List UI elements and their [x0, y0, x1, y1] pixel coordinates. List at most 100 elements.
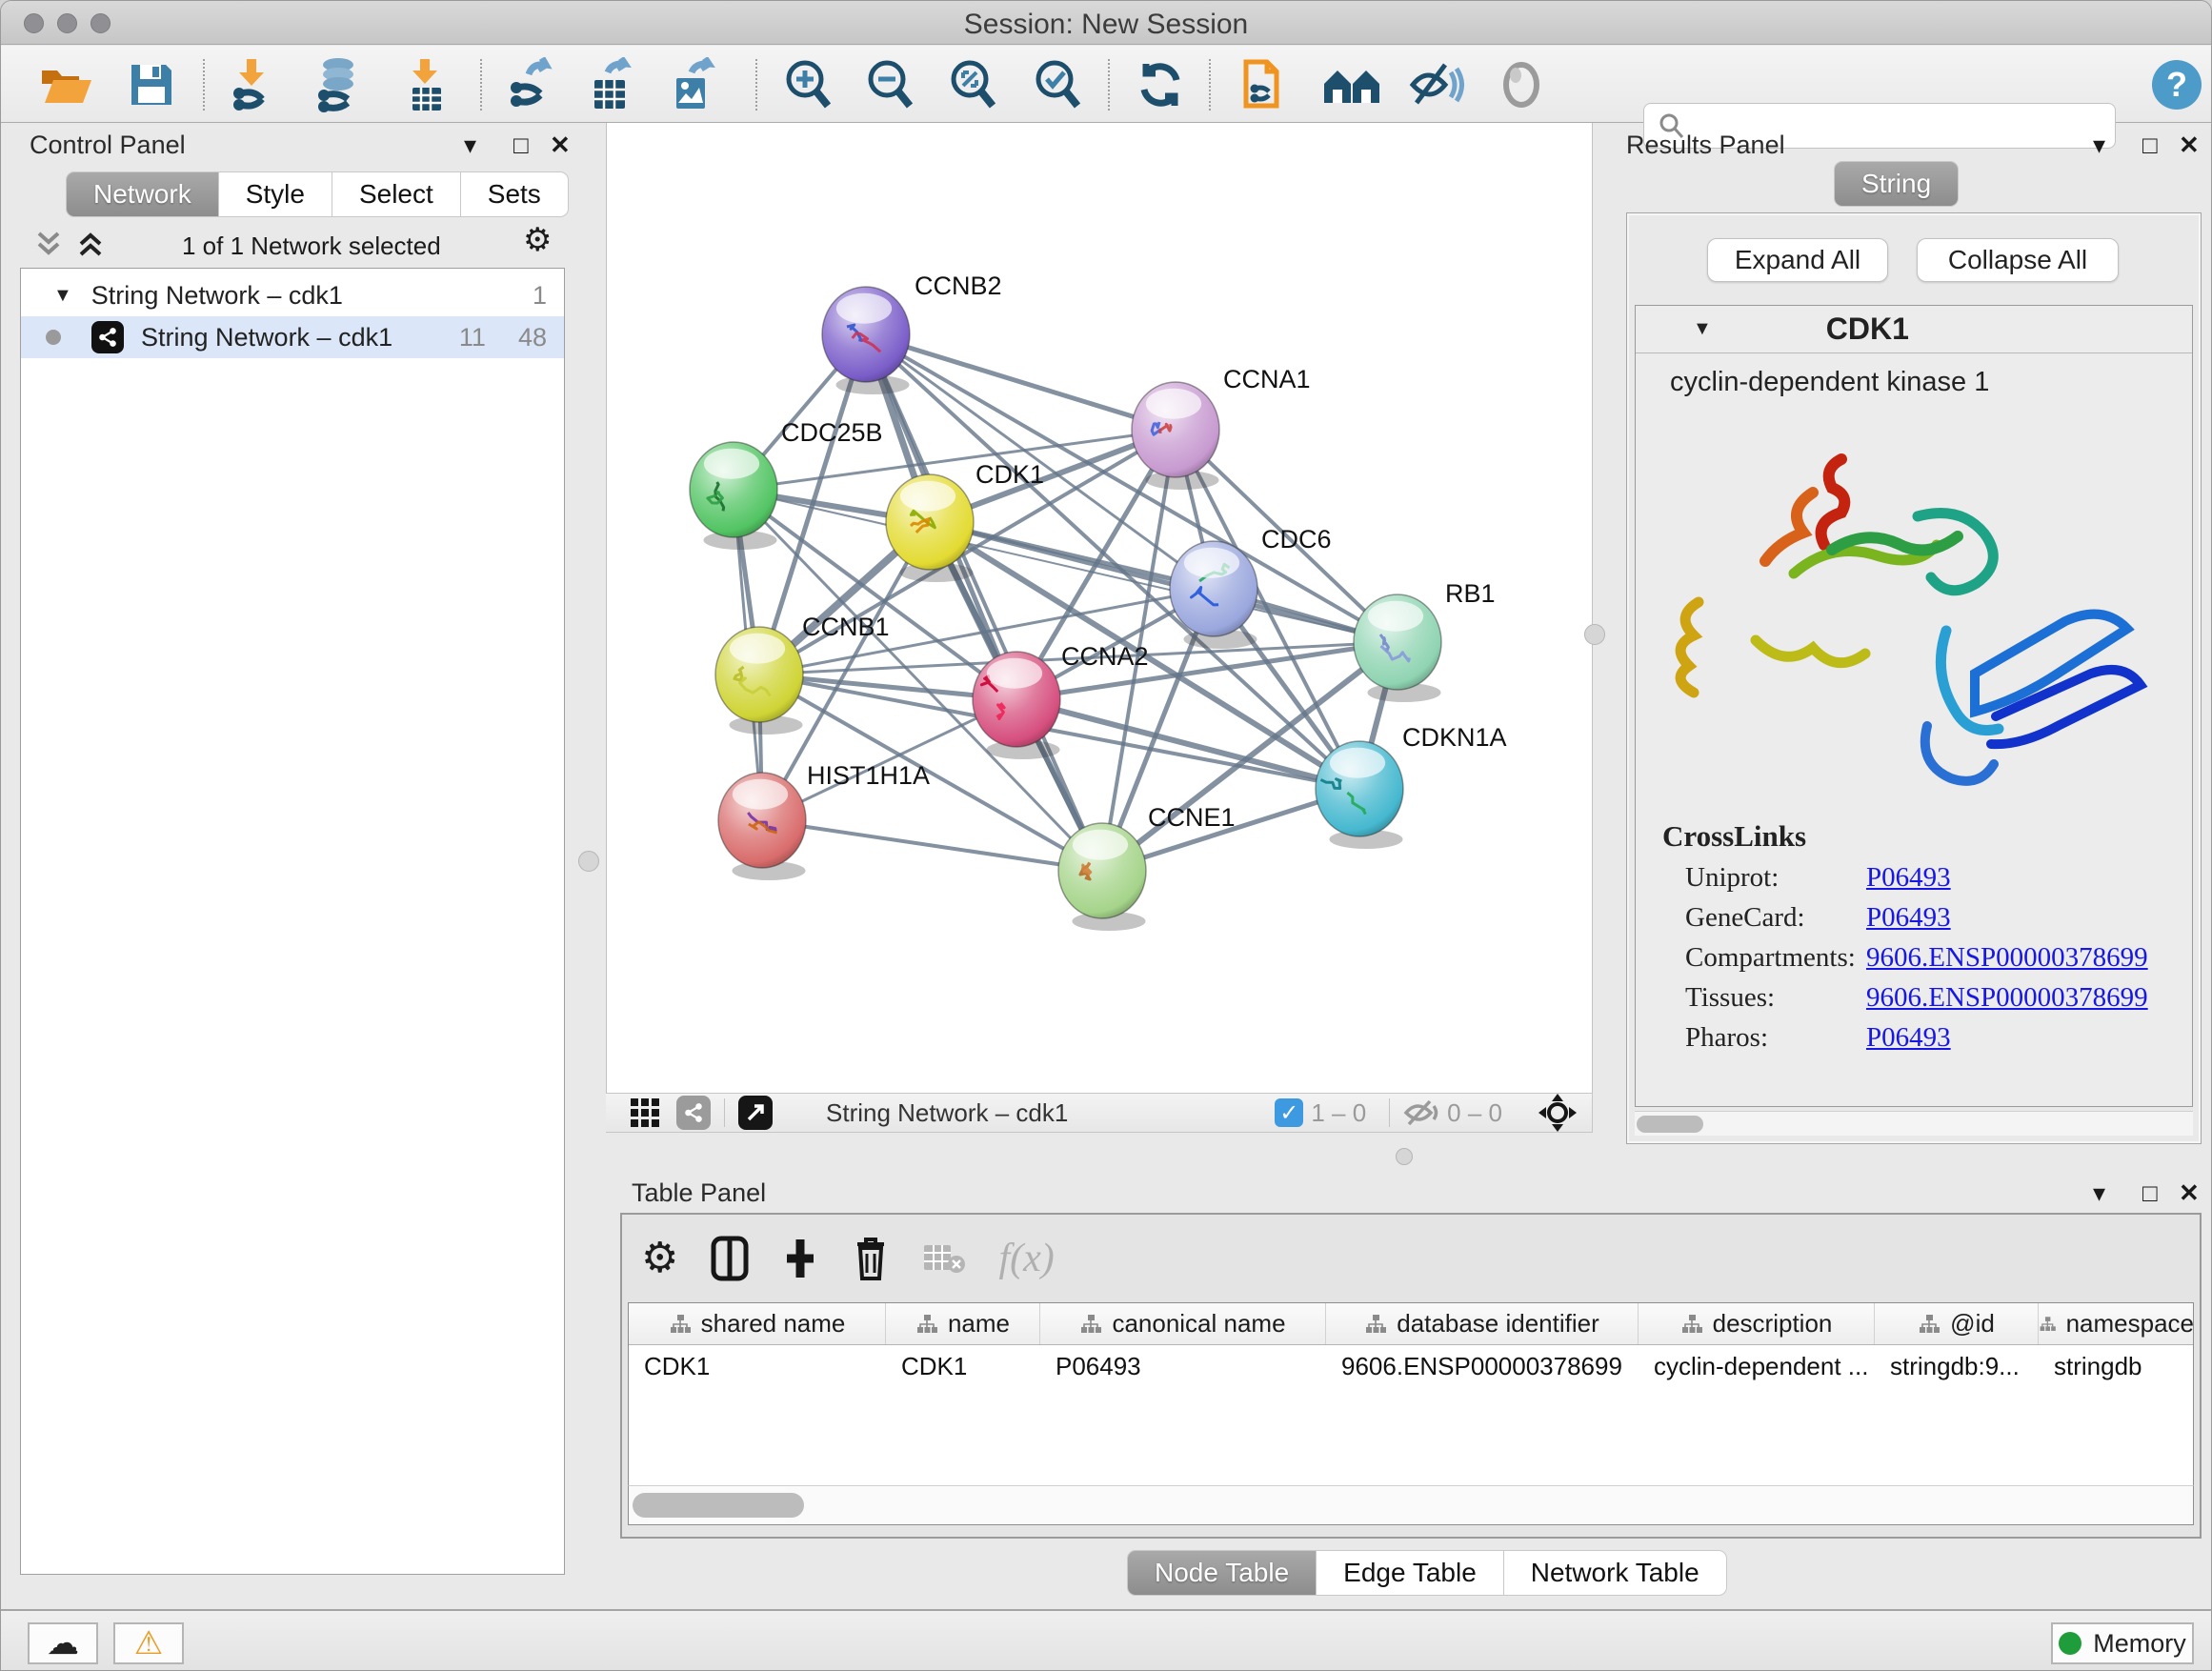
- results-panel-collapse-icon[interactable]: ▾: [2093, 131, 2105, 160]
- grid-view-icon[interactable]: [629, 1097, 661, 1129]
- edge-HIST1H1A-CCNE1[interactable]: [762, 820, 1102, 871]
- table-panel-collapse-icon[interactable]: ▾: [2093, 1178, 2105, 1208]
- export-image-button[interactable]: [662, 57, 723, 112]
- results-scroll-thumb[interactable]: [1637, 1116, 1703, 1133]
- network-options-gear-icon[interactable]: ⚙: [523, 224, 552, 256]
- column-header-name[interactable]: name: [886, 1303, 1040, 1344]
- tab-string[interactable]: String: [1834, 161, 1959, 207]
- hidden-eye-slash-icon[interactable]: [1403, 1098, 1439, 1127]
- collapse-all-button[interactable]: Collapse All: [1917, 238, 2119, 282]
- warning-button[interactable]: ⚠: [113, 1622, 184, 1664]
- crosslink-link[interactable]: 9606.ENSP00000378699: [1866, 942, 2148, 974]
- table-hscroll-thumb[interactable]: [633, 1493, 804, 1518]
- table-panel-float-icon[interactable]: □: [2142, 1178, 2158, 1208]
- function-builder-icon[interactable]: f(x): [998, 1236, 1054, 1281]
- control-panel-title: Control Panel: [30, 131, 186, 160]
- import-network-database-button[interactable]: [308, 57, 369, 112]
- table-cell[interactable]: stringdb: [2039, 1345, 2194, 1387]
- string-import-button[interactable]: [1234, 57, 1295, 112]
- tree-expanded-icon[interactable]: ▼: [53, 285, 72, 307]
- tab-select[interactable]: Select: [332, 171, 461, 217]
- table-cell[interactable]: CDK1: [886, 1345, 1040, 1387]
- birds-eye-toggle-icon[interactable]: [1538, 1094, 1577, 1132]
- node-CCNE1[interactable]: CCNE1: [1058, 803, 1236, 931]
- results-panel-close-icon[interactable]: ✕: [2179, 131, 2200, 160]
- node-CCNB1[interactable]: CCNB1: [715, 613, 890, 735]
- network-collection-row[interactable]: ▼ String Network – cdk1 1: [21, 274, 564, 316]
- cloud-button[interactable]: ☁: [28, 1622, 98, 1664]
- hide-panel-button[interactable]: [1405, 57, 1466, 112]
- import-table-button[interactable]: [395, 57, 456, 112]
- table-cell[interactable]: P06493: [1040, 1345, 1326, 1387]
- tab-edge-table[interactable]: Edge Table: [1317, 1550, 1504, 1596]
- left-splitter-handle[interactable]: [578, 851, 599, 872]
- column-header-database-identifier[interactable]: database identifier: [1326, 1303, 1639, 1344]
- crosslink-label: GeneCard:: [1685, 902, 1866, 934]
- network-canvas[interactable]: CCNB2CCNA1CDC25BCDK1CDC6RB1CCNB1CCNA2CDK…: [606, 123, 1593, 1093]
- control-panel-close-icon[interactable]: ✕: [550, 131, 571, 160]
- column-header--id[interactable]: @id: [1875, 1303, 2039, 1344]
- table-hscrollbar[interactable]: [628, 1485, 2194, 1525]
- memory-button[interactable]: Memory: [2051, 1622, 2194, 1664]
- tab-node-table[interactable]: Node Table: [1127, 1550, 1317, 1596]
- column-header-shared-name[interactable]: shared name: [629, 1303, 886, 1344]
- bottom-splitter-handle[interactable]: [1396, 1148, 1413, 1165]
- entry-header[interactable]: ▼ CDK1: [1636, 306, 2192, 353]
- crosslink-link[interactable]: P06493: [1866, 902, 1951, 934]
- table-cell[interactable]: cyclin-dependent ...: [1639, 1345, 1875, 1387]
- expand-all-button[interactable]: Expand All: [1707, 238, 1888, 282]
- delete-table-icon[interactable]: [922, 1241, 966, 1276]
- table-cell[interactable]: 9606.ENSP00000378699: [1326, 1345, 1639, 1387]
- node-CDKN1A[interactable]: CDKN1A: [1316, 723, 1507, 849]
- network-row-selected[interactable]: String Network – cdk1 11 48: [21, 316, 564, 358]
- entry-description: cyclin-dependent kinase 1: [1670, 367, 2192, 398]
- show-columns-icon[interactable]: [711, 1236, 749, 1281]
- help-button[interactable]: ?: [2146, 57, 2207, 112]
- detach-view-icon[interactable]: [738, 1096, 773, 1130]
- expand-all-icon[interactable]: [75, 228, 106, 260]
- node-CDC6[interactable]: CDC6: [1170, 525, 1332, 649]
- add-column-icon[interactable]: [781, 1236, 819, 1281]
- apply-layout-button[interactable]: [1130, 57, 1191, 112]
- right-splitter-handle[interactable]: [1584, 624, 1605, 645]
- node-RB1[interactable]: RB1: [1354, 579, 1496, 702]
- table-panel-close-icon[interactable]: ✕: [2179, 1178, 2200, 1208]
- home-button[interactable]: [1321, 57, 1382, 112]
- table-cell[interactable]: stringdb:9...: [1875, 1345, 2039, 1387]
- tab-sets[interactable]: Sets: [461, 171, 569, 217]
- column-header-namespace[interactable]: namespace: [2039, 1303, 2194, 1344]
- zoom-fit-button[interactable]: [943, 57, 1004, 112]
- crosslink-link[interactable]: P06493: [1866, 1022, 1951, 1054]
- collapse-all-icon[interactable]: [33, 228, 64, 260]
- zoom-selected-button[interactable]: [1028, 57, 1089, 112]
- export-network-button[interactable]: [500, 57, 561, 112]
- results-panel-float-icon[interactable]: □: [2142, 131, 2158, 160]
- open-session-button[interactable]: [35, 57, 96, 112]
- column-header-canonical-name[interactable]: canonical name: [1040, 1303, 1326, 1344]
- node-HIST1H1A[interactable]: HIST1H1A: [718, 761, 930, 880]
- crosslink-link[interactable]: 9606.ENSP00000378699: [1866, 982, 2148, 1014]
- tab-network-table[interactable]: Network Table: [1504, 1550, 1727, 1596]
- column-header-description[interactable]: description: [1639, 1303, 1875, 1344]
- control-panel-float-icon[interactable]: □: [513, 131, 529, 160]
- import-network-file-button[interactable]: [221, 57, 282, 112]
- save-session-button[interactable]: [121, 57, 182, 112]
- table-options-gear-icon[interactable]: ⚙: [641, 1238, 678, 1279]
- tab-style[interactable]: Style: [219, 171, 332, 217]
- zoom-in-button[interactable]: [778, 57, 839, 112]
- table-row[interactable]: CDK1CDK1P064939606.ENSP00000378699cyclin…: [629, 1345, 2193, 1387]
- tab-network[interactable]: Network: [66, 171, 219, 217]
- show-panel-button[interactable]: [1491, 57, 1552, 112]
- export-table-button[interactable]: [580, 57, 641, 112]
- control-panel-collapse-icon[interactable]: ▾: [464, 131, 476, 160]
- edge-CCNB2-CCNA1[interactable]: [866, 334, 1176, 430]
- crosslink-link[interactable]: P06493: [1866, 862, 1951, 894]
- selected-checkbox[interactable]: ✓: [1275, 1098, 1303, 1127]
- delete-column-icon[interactable]: [852, 1235, 890, 1282]
- zoom-out-button[interactable]: [860, 57, 921, 112]
- edge-CCNB2-CCNE1[interactable]: [866, 334, 1102, 871]
- results-scrollbar[interactable]: [1635, 1111, 2193, 1136]
- table-cell[interactable]: CDK1: [629, 1345, 886, 1387]
- entry-expanded-icon[interactable]: ▼: [1693, 318, 1712, 340]
- network-share-view-icon[interactable]: [676, 1096, 711, 1130]
